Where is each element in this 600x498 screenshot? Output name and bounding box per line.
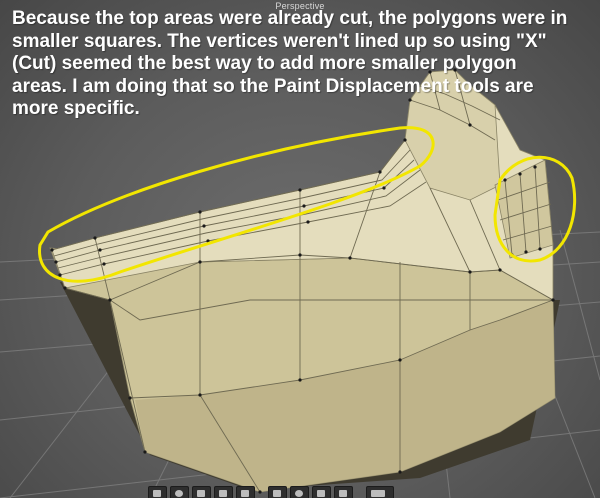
annotation-text: Because the top areas were already cut, … <box>12 8 568 119</box>
more-icon[interactable] <box>366 486 394 498</box>
bottom-toolbar <box>148 486 394 498</box>
camera-icon[interactable] <box>214 486 233 498</box>
cube-icon[interactable] <box>148 486 167 498</box>
3d-viewport[interactable]: Perspective Because the top areas were a… <box>0 0 600 498</box>
light-icon[interactable] <box>236 486 255 498</box>
rotate-icon[interactable] <box>290 486 309 498</box>
sphere-icon[interactable] <box>170 486 189 498</box>
cone-icon[interactable] <box>192 486 211 498</box>
move-icon[interactable] <box>268 486 287 498</box>
scale-icon[interactable] <box>312 486 331 498</box>
select-icon[interactable] <box>334 486 353 498</box>
